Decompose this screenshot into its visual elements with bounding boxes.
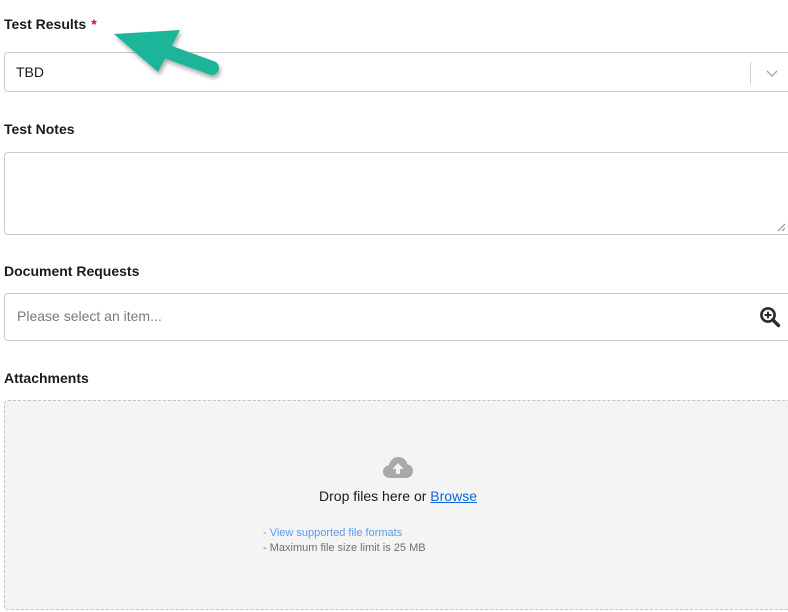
browse-link[interactable]: Browse: [430, 488, 477, 504]
test-notes-label: Test Notes: [4, 121, 75, 137]
required-asterisk: *: [91, 16, 97, 32]
test-results-selected-value: TBD: [16, 64, 44, 80]
max-file-size-text: - Maximum file size limit is 25 MB: [263, 542, 426, 554]
drop-files-text: Drop files here or Browse: [5, 488, 788, 504]
chevron-down-icon[interactable]: [765, 66, 779, 80]
select-separator: [750, 62, 751, 84]
document-requests-label: Document Requests: [4, 263, 140, 279]
test-results-label: Test Results *: [4, 16, 97, 32]
resize-grip-icon[interactable]: [776, 222, 786, 232]
zoom-in-icon[interactable]: [759, 306, 781, 328]
document-requests-input[interactable]: [17, 308, 717, 324]
document-requests-lookup[interactable]: [4, 293, 788, 341]
test-results-select[interactable]: TBD: [4, 52, 788, 92]
attachments-dropzone[interactable]: Drop files here or Browse - View support…: [4, 400, 788, 610]
cloud-upload-icon: [383, 457, 413, 478]
attachments-label: Attachments: [4, 370, 89, 386]
drop-files-label: Drop files here or: [319, 488, 427, 504]
test-results-label-text: Test Results: [4, 16, 87, 32]
test-notes-textarea[interactable]: [4, 152, 788, 235]
view-supported-formats-link[interactable]: - View supported file formats: [263, 526, 426, 541]
file-info: - View supported file formats - Maximum …: [263, 526, 426, 556]
